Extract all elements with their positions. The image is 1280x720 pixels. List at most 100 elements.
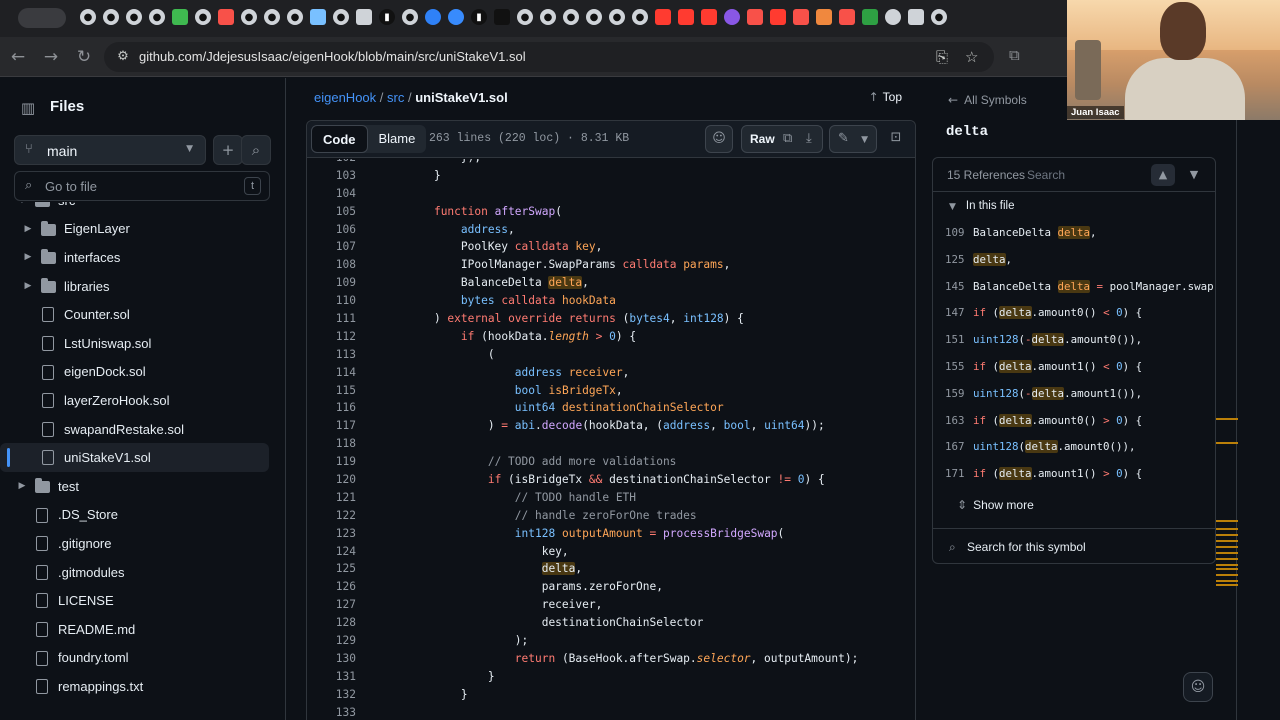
tree-file[interactable]: .gitmodules [0, 558, 285, 587]
tree-file[interactable]: eigenDock.sol [0, 358, 285, 387]
reference-item[interactable]: 145 BalanceDelta delta = poolManager.swap [933, 274, 1215, 301]
symbols-panel-icon[interactable]: ⊡ [883, 125, 909, 153]
green-app-tab-icon[interactable] [862, 9, 878, 25]
extensions-icon[interactable]: ⧉ [1009, 46, 1020, 64]
tree-file[interactable]: foundry.toml [0, 644, 285, 673]
line-number[interactable]: 131 [307, 668, 356, 686]
line-number[interactable]: 127 [307, 596, 356, 614]
red-app-tab-icon[interactable] [839, 9, 855, 25]
red-app-tab-icon[interactable] [747, 9, 763, 25]
line-number[interactable]: 118 [307, 435, 356, 453]
purple-app-tab-icon[interactable] [724, 9, 740, 25]
blue-circle-tab-icon[interactable] [448, 9, 464, 25]
tab-group-pill[interactable] [18, 8, 66, 28]
red-app-tab-icon[interactable] [218, 9, 234, 25]
line-number[interactable]: 113 [307, 346, 356, 364]
notion-tab-icon[interactable] [908, 9, 924, 25]
line-number[interactable]: 132 [307, 686, 356, 704]
chevron-right-icon[interactable]: ▶ [22, 252, 34, 262]
branch-selector[interactable]: ⑂ main ▼ [14, 135, 206, 165]
page-scrollbar[interactable] [1236, 78, 1237, 720]
blue-app-tab-icon[interactable] [310, 9, 326, 25]
youtube-tab-icon[interactable] [770, 9, 786, 25]
youtube-tab-icon[interactable] [701, 9, 717, 25]
tree-file[interactable]: .gitignore [0, 529, 285, 558]
line-number[interactable]: 114 [307, 364, 356, 382]
dark-app-tab-icon[interactable]: ▮ [379, 9, 395, 25]
line-number[interactable]: 123 [307, 525, 356, 543]
github-tab-icon[interactable]: ● [540, 9, 556, 25]
tree-file[interactable]: LstUniswap.sol [0, 329, 285, 358]
line-number[interactable]: 108 [307, 256, 356, 274]
github-tab-icon[interactable]: ● [103, 9, 119, 25]
tree-file[interactable]: .DS_Store [0, 501, 285, 530]
chevron-right-icon[interactable]: ▶ [22, 224, 34, 234]
in-this-file-toggle[interactable]: ▼ In this file [949, 200, 1015, 212]
github-tab-icon[interactable]: ● [80, 9, 96, 25]
youtube-tab-icon[interactable] [678, 9, 694, 25]
site-info-icon[interactable]: ⚙ [115, 49, 131, 65]
go-to-file-field[interactable]: ⌕ t [14, 171, 270, 201]
scroll-to-top-button[interactable]: ↑ Top [869, 90, 902, 104]
dark-app-tab-icon[interactable] [494, 9, 510, 25]
reference-item[interactable]: 167 uint128(delta.amount0()), [933, 434, 1215, 461]
line-number[interactable]: 128 [307, 614, 356, 632]
line-number[interactable]: 124 [307, 543, 356, 561]
tree-file[interactable]: Counter.sol [0, 300, 285, 329]
chevron-down-icon[interactable]: ▼ [16, 202, 28, 205]
all-symbols-link[interactable]: ← All Symbols [948, 93, 1027, 107]
github-tab-icon[interactable]: ● [241, 9, 257, 25]
line-number[interactable]: 109 [307, 274, 356, 292]
green-app-tab-icon[interactable] [172, 9, 188, 25]
blue-circle-tab-icon[interactable] [425, 9, 441, 25]
chevron-down-icon[interactable]: ▼ [861, 135, 868, 145]
line-number[interactable]: 105 [307, 203, 356, 221]
line-number[interactable]: 103 [307, 167, 356, 185]
red-app-tab-icon[interactable] [793, 9, 809, 25]
reference-item[interactable]: 109 BalanceDelta delta, [933, 220, 1215, 247]
reference-item[interactable]: 125 delta, [933, 247, 1215, 274]
line-number[interactable]: 115 [307, 382, 356, 400]
line-number[interactable]: 111 [307, 310, 356, 328]
line-number[interactable]: 119 [307, 453, 356, 471]
reference-item[interactable]: 159 uint128(-delta.amount1()), [933, 381, 1215, 408]
forward-arrow-icon[interactable]: → [39, 45, 63, 69]
copy-icon[interactable]: ⧉ [783, 126, 792, 152]
collapse-sidebar-icon[interactable]: ▥ [14, 94, 42, 122]
reference-item[interactable]: 147 if (delta.amount0() < 0) { [933, 300, 1215, 327]
search-for-symbol-button[interactable]: ⌕ Search for this symbol [933, 528, 1215, 564]
breadcrumb-repo-link[interactable]: eigenHook [314, 90, 376, 105]
line-number[interactable]: 120 [307, 471, 356, 489]
tree-file[interactable]: uniStakeV1.sol [0, 443, 269, 472]
line-number[interactable]: 129 [307, 632, 356, 650]
reference-item[interactable]: 155 if (delta.amount1() < 0) { [933, 354, 1215, 381]
github-tab-icon[interactable]: ● [287, 9, 303, 25]
line-number[interactable]: 106 [307, 221, 356, 239]
url-text[interactable]: github.com/JdejesusIsaac/eigenHook/blob/… [139, 49, 526, 64]
line-number[interactable]: 130 [307, 650, 356, 668]
dark-app-tab-icon[interactable]: ▮ [471, 9, 487, 25]
tab-blame[interactable]: Blame [368, 125, 427, 153]
download-icon[interactable]: ⤓ [806, 126, 812, 152]
copilot-chat-button[interactable]: ☺ [1183, 672, 1213, 702]
show-more-button[interactable]: ⇕ Show more [957, 498, 1034, 512]
pencil-icon[interactable]: ✎ [838, 131, 849, 146]
orange-app-tab-icon[interactable] [816, 9, 832, 25]
back-arrow-icon[interactable]: ← [6, 45, 30, 69]
github-tab-icon[interactable]: ● [563, 9, 579, 25]
line-number[interactable]: 112 [307, 328, 356, 346]
line-number[interactable]: 133 [307, 704, 356, 720]
line-number[interactable]: 125 [307, 560, 356, 578]
chevron-right-icon[interactable]: ▶ [22, 281, 34, 291]
reference-item[interactable]: 151 uint128(-delta.amount0()), [933, 327, 1215, 354]
reference-item[interactable]: 163 if (delta.amount0() > 0) { [933, 408, 1215, 435]
github-tab-icon[interactable]: ● [609, 9, 625, 25]
chevron-right-icon[interactable]: ▶ [16, 481, 28, 491]
line-number[interactable]: 117 [307, 417, 356, 435]
tree-file[interactable]: remappings.txt [0, 672, 285, 701]
breadcrumb-folder-link[interactable]: src [387, 90, 404, 105]
tree-file[interactable]: README.md [0, 615, 285, 644]
youtube-tab-icon[interactable] [655, 9, 671, 25]
raw-button[interactable]: Raw [750, 132, 775, 146]
github-tab-icon[interactable]: ● [195, 9, 211, 25]
